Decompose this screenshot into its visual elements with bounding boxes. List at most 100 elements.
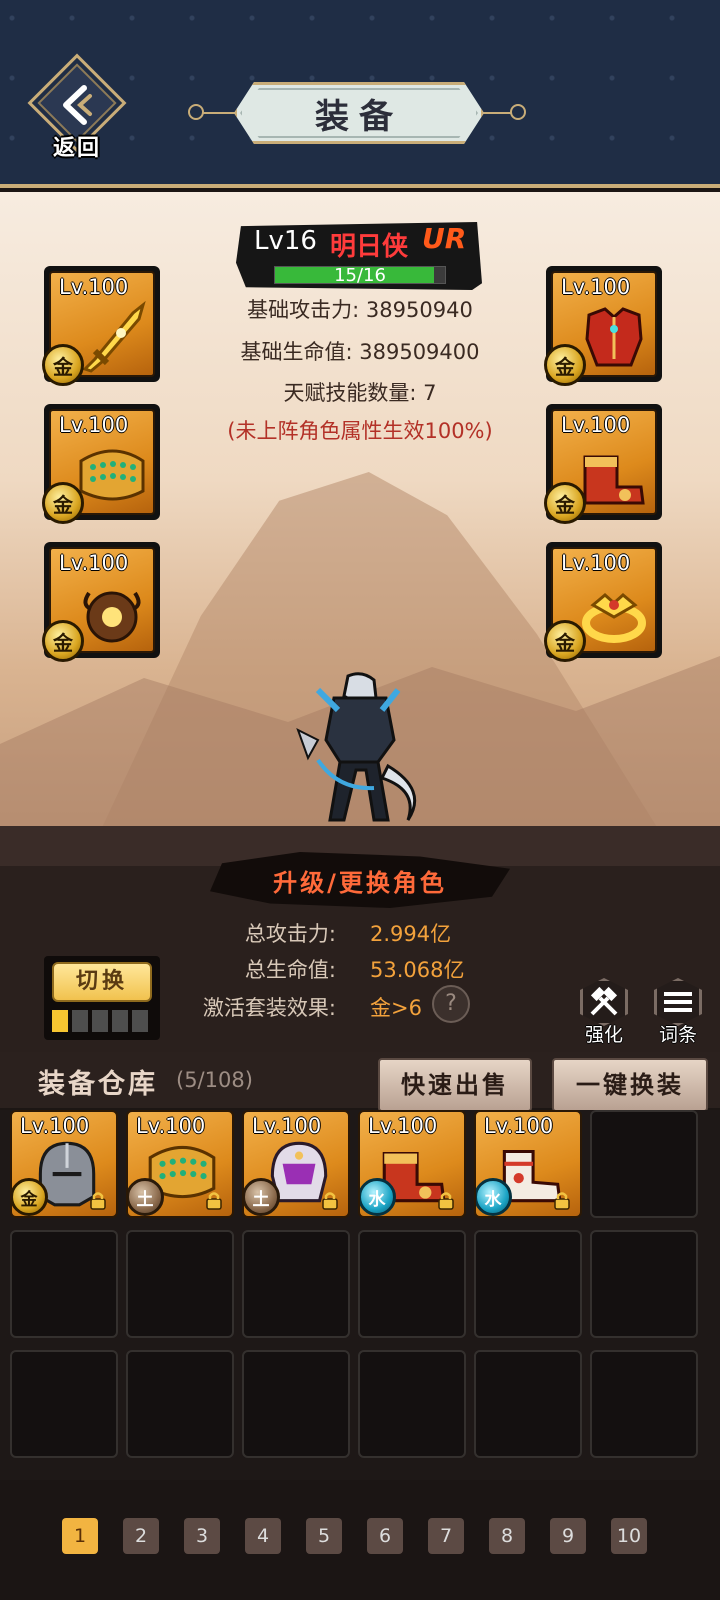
hero-rarity: UR [422, 222, 467, 255]
switch-button[interactable]: 切换 [52, 962, 152, 1002]
total-hp-label: 总生命值: [244, 958, 336, 982]
equip-level: Lv.100 [561, 413, 631, 437]
warehouse-title: 装备仓库 [38, 1069, 158, 1100]
list-icon [664, 992, 692, 1012]
upgrade-change-hero-button[interactable]: 升级/更换角色 [210, 852, 510, 908]
hero-name: 明日侠 [330, 232, 409, 262]
lock-icon [322, 1192, 338, 1210]
hero-level: Lv16 [254, 226, 317, 256]
set-effect-value: 金>6 [370, 996, 422, 1020]
base-hp: 基础生命值: 389509400 [240, 340, 480, 364]
back-label: 返回 [52, 136, 101, 161]
element-water-icon: 水 [360, 1178, 396, 1216]
page-button-8[interactable]: 8 [489, 1518, 525, 1554]
page-button-3[interactable]: 3 [184, 1518, 220, 1554]
empty-inventory-slot [474, 1230, 582, 1338]
enhance-button[interactable]: 强化 [574, 976, 634, 1046]
jeweled-belt-icon [79, 449, 145, 501]
element-gold-icon: 金 [544, 344, 586, 386]
total-attack-value: 2.994亿 [370, 922, 452, 946]
golden-sword-icon [82, 300, 146, 373]
hammer-icon [590, 986, 618, 1016]
page-button-4[interactable]: 4 [245, 1518, 281, 1554]
element-gold-icon: 金 [544, 482, 586, 524]
equip-slot-belt[interactable]: Lv.100 金 [42, 404, 160, 524]
affix-button[interactable]: 词条 [648, 976, 708, 1046]
hero-star-progress: 15/16 [274, 265, 446, 286]
equip-slot-boots[interactable]: Lv.100 金 [544, 404, 662, 524]
total-attack-label: 总攻击力: [244, 922, 336, 946]
element-earth-icon: 土 [244, 1178, 280, 1216]
element-gold-icon: 金 [12, 1178, 48, 1216]
element-water-icon: 水 [476, 1178, 512, 1216]
inventory-grid: Lv.100 金 Lv.100 土 Lv.100 土 Lv.100 水 Lv.100 水 [0, 1110, 720, 1480]
empty-inventory-slot [590, 1350, 698, 1458]
set-effect-label: 激活套装效果: [202, 996, 336, 1020]
page-button-5[interactable]: 5 [306, 1518, 342, 1554]
equip-slot-ring[interactable]: Lv.100 金 [544, 542, 662, 662]
inventory-item[interactable]: Lv.100 土 [126, 1110, 234, 1218]
element-earth-icon: 土 [128, 1178, 164, 1216]
title-plate: 装备 [234, 82, 484, 144]
red-boots-icon [583, 455, 645, 505]
switch-slot-indicator [72, 1010, 88, 1032]
page-button-1[interactable]: 1 [62, 1518, 98, 1554]
red-armor-icon [585, 307, 643, 367]
equip-level: Lv.100 [561, 275, 631, 299]
back-button[interactable]: 返回 [27, 53, 127, 162]
switch-slot-indicator [132, 1010, 148, 1032]
equip-slot-amulet[interactable]: Lv.100 金 [42, 542, 160, 662]
hero-character-sprite [296, 672, 417, 822]
lock-icon [554, 1192, 570, 1210]
page-button-10[interactable]: 10 [611, 1518, 647, 1554]
empty-inventory-slot [126, 1230, 234, 1338]
inventory-item[interactable]: Lv.100 水 [358, 1110, 466, 1218]
one-click-equip-button[interactable]: 一键换装 [552, 1058, 708, 1112]
equip-slot-armor[interactable]: Lv.100 金 [544, 266, 662, 386]
total-hp-value: 53.068亿 [370, 958, 465, 982]
switch-slot-indicator [52, 1010, 68, 1032]
page-button-7[interactable]: 7 [428, 1518, 464, 1554]
quick-sell-button[interactable]: 快速出售 [378, 1058, 532, 1112]
page-button-6[interactable]: 6 [367, 1518, 403, 1554]
equip-level: Lv.100 [59, 413, 129, 437]
element-gold-icon: 金 [544, 620, 586, 662]
empty-inventory-slot [126, 1350, 234, 1458]
element-gold-icon: 金 [42, 620, 84, 662]
amulet-icon [83, 591, 141, 643]
empty-inventory-slot [590, 1230, 698, 1338]
inactive-note: (未上阵角色属性生效100%) [227, 419, 493, 443]
inventory-item[interactable]: Lv.100 水 [474, 1110, 582, 1218]
title-knob-right [510, 104, 526, 120]
inventory-item[interactable]: Lv.100 土 [242, 1110, 350, 1218]
help-icon[interactable]: ? [432, 985, 470, 1023]
empty-inventory-slot [590, 1110, 698, 1218]
page-button-9[interactable]: 9 [550, 1518, 586, 1554]
gold-ring-icon [582, 593, 646, 643]
equip-slot-weapon[interactable]: Lv.100 金 [42, 266, 160, 386]
enhance-label: 强化 [584, 1024, 623, 1046]
lock-icon [206, 1192, 222, 1210]
equip-level: Lv.100 [59, 275, 129, 299]
title-knob-left [188, 104, 204, 120]
back-arrow-icon [63, 85, 92, 125]
base-attack: 基础攻击力: 38950940 [247, 298, 473, 322]
empty-inventory-slot [242, 1230, 350, 1338]
affix-label: 词条 [658, 1024, 697, 1046]
page-button-2[interactable]: 2 [123, 1518, 159, 1554]
empty-inventory-slot [10, 1350, 118, 1458]
element-gold-icon: 金 [42, 482, 84, 524]
switch-slot-indicators [52, 1010, 148, 1032]
empty-inventory-slot [358, 1230, 466, 1338]
empty-inventory-slot [358, 1350, 466, 1458]
inventory-item[interactable]: Lv.100 金 [10, 1110, 118, 1218]
switch-slot-indicator [92, 1010, 108, 1032]
element-gold-icon: 金 [42, 344, 84, 386]
equip-level: Lv.100 [561, 551, 631, 575]
switch-slot-indicator [112, 1010, 128, 1032]
hero-star-progress-text: 15/16 [334, 265, 386, 286]
lock-icon [438, 1192, 454, 1210]
page-title: 装备 [315, 96, 403, 137]
empty-inventory-slot [242, 1350, 350, 1458]
equip-level: Lv.100 [59, 551, 129, 575]
